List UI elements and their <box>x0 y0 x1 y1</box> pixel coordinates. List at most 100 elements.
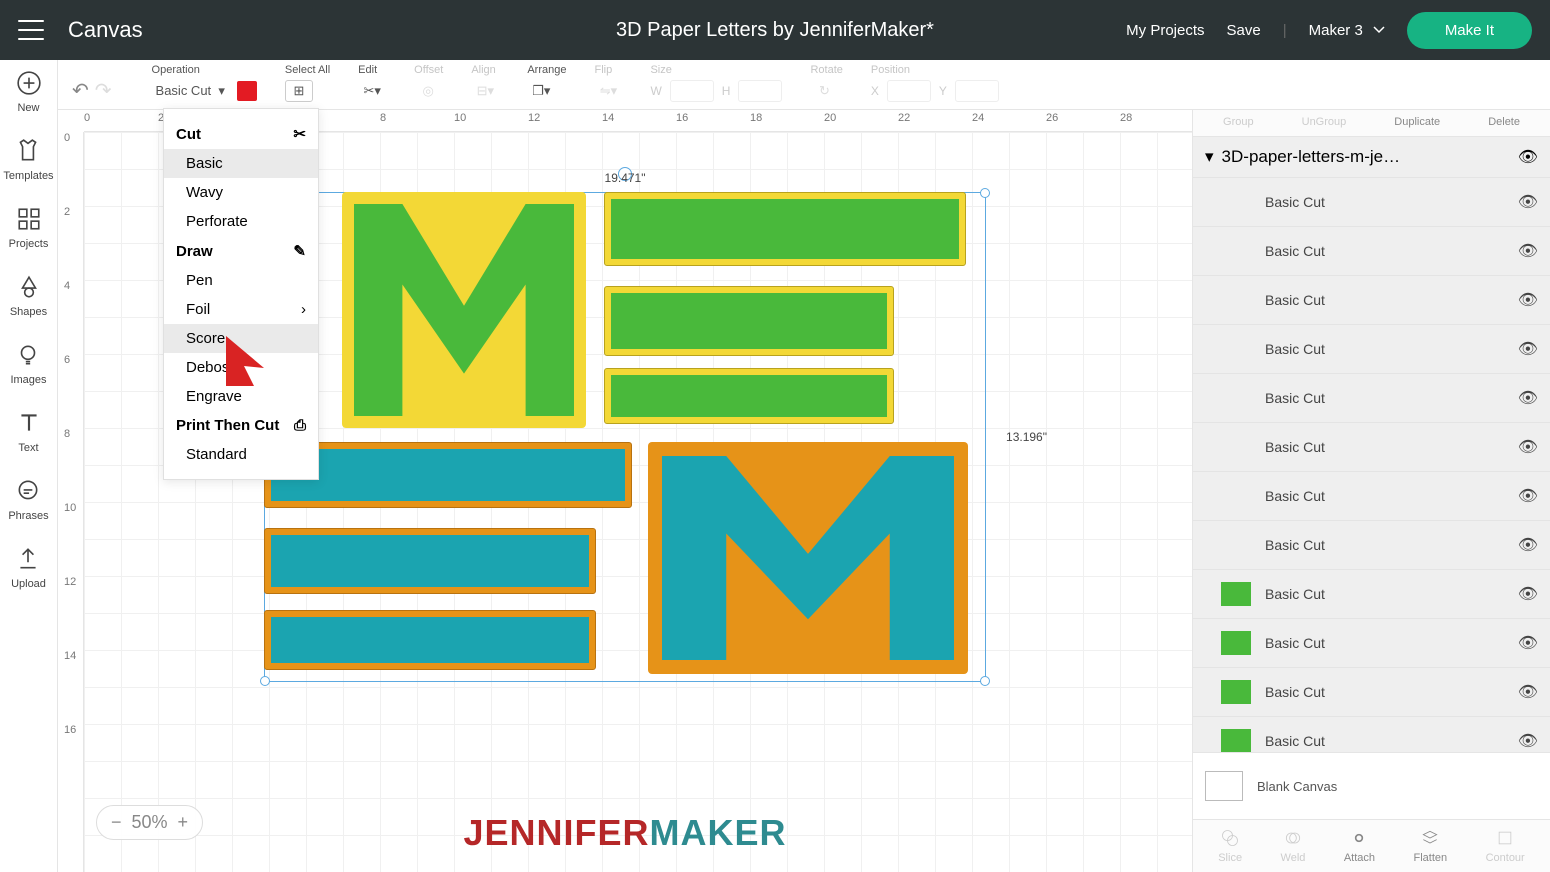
operation-select[interactable]: Basic Cut ▾ <box>152 80 229 102</box>
offset-label: Offset <box>414 64 443 76</box>
make-it-button[interactable]: Make It <box>1407 12 1532 49</box>
watermark: JENNIFERMAKER <box>463 812 786 854</box>
dd-wavy[interactable]: Wavy <box>164 178 318 207</box>
edit-button[interactable]: ✂▾ <box>358 80 386 102</box>
layer-swatch <box>1221 582 1251 606</box>
dd-ptc-header: Print Then Cut⎙ <box>164 411 318 440</box>
dd-basic[interactable]: Basic <box>164 149 318 178</box>
weld-button: Weld <box>1281 828 1306 864</box>
arrange-label: Arrange <box>527 64 566 76</box>
layer-swatch <box>1221 631 1251 655</box>
text-icon <box>16 410 42 436</box>
zoom-in-icon[interactable]: + <box>178 812 189 833</box>
shapes-button[interactable]: Shapes <box>10 274 47 318</box>
layer-label: Basic Cut <box>1265 390 1325 406</box>
layer-label: Basic Cut <box>1265 733 1325 749</box>
visibility-toggle[interactable]: 👁 <box>1518 731 1538 751</box>
layer-list[interactable]: ▾ 3D-paper-letters-m-je… 👁 Basic Cut 👁 Bas… <box>1193 137 1550 752</box>
zoom-out-icon[interactable]: − <box>111 812 122 833</box>
contour-button: Contour <box>1486 828 1525 864</box>
flip-label: Flip <box>594 64 612 76</box>
visibility-toggle[interactable]: 👁 <box>1518 535 1538 555</box>
select-all-button[interactable]: ⊞ <box>285 80 313 102</box>
layer-group-header[interactable]: ▾ 3D-paper-letters-m-je… 👁 <box>1193 137 1550 177</box>
visibility-toggle[interactable]: 👁 <box>1518 388 1538 408</box>
text-button[interactable]: Text <box>16 410 42 454</box>
offset-button: ◎ <box>414 80 442 102</box>
layer-row[interactable]: Basic Cut 👁 <box>1193 667 1550 716</box>
layer-label: Basic Cut <box>1265 194 1325 210</box>
edit-label: Edit <box>358 64 377 76</box>
layer-label: Basic Cut <box>1265 537 1325 553</box>
blank-swatch <box>1205 771 1243 801</box>
redo-button[interactable]: ↷ <box>95 78 112 103</box>
layer-label: Basic Cut <box>1265 488 1325 504</box>
chevron-down-icon <box>1373 26 1385 34</box>
layer-label: Basic Cut <box>1265 684 1325 700</box>
layer-row[interactable]: Basic Cut 👁 <box>1193 618 1550 667</box>
pencil-icon: ✎ <box>293 242 306 260</box>
visibility-toggle[interactable]: 👁 <box>1518 241 1538 261</box>
dd-perforate[interactable]: Perforate <box>164 207 318 236</box>
layer-label: Basic Cut <box>1265 635 1325 651</box>
cursor-arrow <box>224 328 274 388</box>
visibility-toggle[interactable]: 👁 <box>1518 339 1538 359</box>
rotate-button: ↻ <box>810 80 838 102</box>
size-label: Size <box>650 64 671 76</box>
visibility-toggle[interactable]: 👁 <box>1518 192 1538 212</box>
templates-button[interactable]: Templates <box>3 138 53 182</box>
artwork-orange-teal[interactable] <box>264 442 986 682</box>
machine-selector[interactable]: Maker 3 <box>1309 22 1385 39</box>
plus-circle-icon <box>16 70 42 96</box>
hamburger-menu[interactable] <box>18 20 44 40</box>
operation-dropdown[interactable]: Cut✂ Basic Wavy Perforate Draw✎ Pen Foil… <box>163 108 319 480</box>
layer-row[interactable]: Basic Cut 👁 <box>1193 226 1550 275</box>
layer-row[interactable]: Basic Cut👁 <box>1193 569 1550 618</box>
layer-row[interactable]: Basic Cut 👁 <box>1193 716 1550 752</box>
width-dimension: 19.471" <box>605 171 646 185</box>
visibility-toggle[interactable]: 👁 <box>1518 584 1538 604</box>
new-button[interactable]: New <box>16 70 42 114</box>
layer-row[interactable]: Basic Cut 👁 <box>1193 324 1550 373</box>
layer-row[interactable]: Basic Cut 👁 <box>1193 471 1550 520</box>
layer-swatch <box>1221 680 1251 704</box>
phrases-button[interactable]: Phrases <box>8 478 48 522</box>
dd-foil[interactable]: Foil› <box>164 295 318 324</box>
layer-label: Basic Cut <box>1265 341 1325 357</box>
visibility-toggle[interactable]: 👁 <box>1518 486 1538 506</box>
save-link[interactable]: Save <box>1227 22 1261 39</box>
visibility-toggle[interactable]: 👁 <box>1518 682 1538 702</box>
layer-label: Basic Cut <box>1265 439 1325 455</box>
layer-row[interactable]: Basic Cut 👁 <box>1193 422 1550 471</box>
projects-button[interactable]: Projects <box>9 206 49 250</box>
dd-cut-header: Cut✂ <box>164 119 318 149</box>
speech-icon <box>15 478 41 504</box>
color-swatch[interactable] <box>237 81 257 101</box>
zoom-control[interactable]: − 50% + <box>96 805 203 840</box>
visibility-toggle[interactable]: 👁 <box>1518 290 1538 310</box>
attach-button[interactable]: Attach <box>1344 828 1375 864</box>
project-title: 3D Paper Letters by JenniferMaker* <box>616 19 934 42</box>
flatten-button[interactable]: Flatten <box>1413 828 1447 864</box>
visibility-toggle[interactable]: 👁 <box>1518 437 1538 457</box>
dd-standard[interactable]: Standard <box>164 440 318 469</box>
grid-icon <box>16 206 42 232</box>
dd-pen[interactable]: Pen <box>164 266 318 295</box>
upload-button[interactable]: Upload <box>11 546 46 590</box>
layer-label: Basic Cut <box>1265 243 1325 259</box>
visibility-toggle[interactable]: 👁 <box>1518 633 1538 653</box>
layer-row[interactable]: Basic Cut👁 <box>1193 275 1550 324</box>
layer-swatch <box>1221 729 1251 752</box>
layer-row[interactable]: Basic Cut 👁 <box>1193 177 1550 226</box>
blank-canvas-row[interactable]: Blank Canvas <box>1193 752 1550 819</box>
images-button[interactable]: Images <box>10 342 46 386</box>
undo-button[interactable]: ↶ <box>72 78 89 103</box>
artwork-yellow-green[interactable] <box>264 192 986 432</box>
layer-row[interactable]: Basic Cut 👁 <box>1193 373 1550 422</box>
arrange-button[interactable]: ❐▾ <box>527 80 555 102</box>
tshirt-icon <box>15 138 41 164</box>
visibility-toggle[interactable]: 👁 <box>1518 147 1538 167</box>
layer-row[interactable]: Basic Cut 👁 <box>1193 520 1550 569</box>
my-projects-link[interactable]: My Projects <box>1126 22 1204 39</box>
dd-draw-header: Draw✎ <box>164 236 318 266</box>
